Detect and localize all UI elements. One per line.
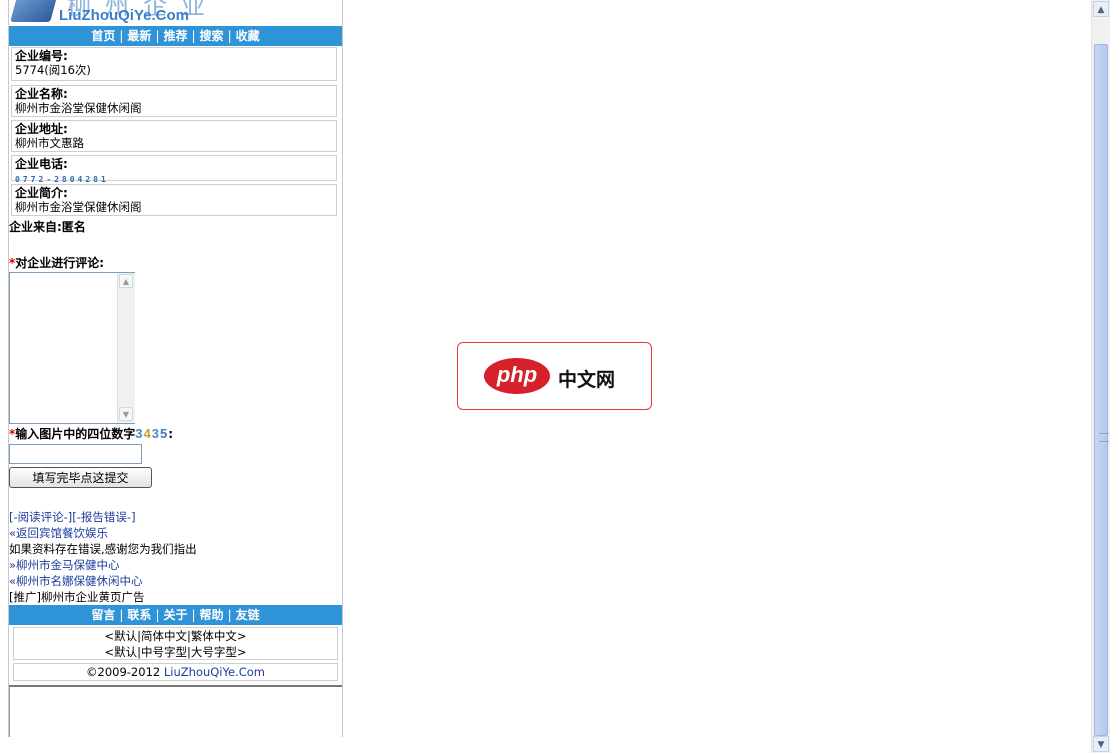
related-row-2: «柳州市名娜保健休闲中心 (9, 573, 143, 589)
company-id-field: 企业编号: 5774(阅16次) (11, 47, 337, 81)
nav-separator: | (227, 608, 232, 622)
top-nav-bar: 首页 | 最新 | 推荐 | 搜索 | 收藏 (9, 26, 342, 46)
captcha-input[interactable] (9, 444, 142, 464)
company-source: 企业来自:匿名 (9, 219, 86, 235)
company-id-label: 企业编号: (15, 49, 68, 63)
nav-separator: | (155, 29, 160, 43)
advert-text: 中文网 (558, 369, 616, 391)
embedded-frame (9, 685, 342, 737)
grip-icon (1099, 433, 1109, 442)
scrollbar-thumb[interactable] (1094, 44, 1109, 736)
captcha-digit: 5 (160, 426, 169, 441)
copyright-text: ©2009-2012 (86, 665, 164, 679)
comment-links: [-阅读评论-][-报告错误-] (9, 509, 136, 525)
company-phone-label: 企业电话: (15, 157, 68, 171)
company-name-label: 企业名称: (15, 87, 68, 101)
comment-label: *对企业进行评论: (9, 255, 104, 271)
page-column: 柳州企业 LiuZhouQiYe.Com 首页 | 最新 | 推荐 | 搜索 | 收藏 企业编号… (8, 0, 343, 737)
related-link[interactable]: «柳州市名娜保健休闲中心 (9, 574, 143, 588)
promo-row: [推广]柳州市企业黄页广告 (9, 589, 144, 605)
captcha-label: *输入图片中的四位数字3435: (9, 426, 173, 442)
nav-separator: | (119, 29, 124, 43)
logo-english-text: LiuZhouQiYe.Com (59, 7, 189, 24)
back-link-row: «返回宾馆餐饮娱乐 (9, 525, 108, 541)
captcha-label-text: 输入图片中的四位数字 (15, 427, 136, 441)
nav-separator: | (191, 608, 196, 622)
company-address-value: 柳州市文惠路 (15, 136, 84, 150)
company-address-field: 企业地址: 柳州市文惠路 (11, 120, 337, 152)
nav-help[interactable]: 帮助 (200, 608, 224, 622)
php-cn-advert[interactable]: php 中文网 (457, 342, 652, 410)
nav-latest[interactable]: 最新 (127, 29, 151, 43)
page-scrollbar[interactable]: ▲ ▼ (1091, 0, 1110, 753)
arrow-up-icon[interactable]: ▲ (119, 274, 133, 288)
arrow-down-icon[interactable]: ▼ (1093, 736, 1109, 752)
captcha-digit: 3 (151, 426, 160, 441)
related-link[interactable]: »柳州市金马保健中心 (9, 558, 120, 572)
company-intro-label: 企业简介: (15, 186, 68, 200)
nav-recommended[interactable]: 推荐 (163, 29, 187, 43)
company-source-text: 企业来自:匿名 (9, 220, 86, 234)
nav-separator: | (119, 608, 124, 622)
arrow-up-icon[interactable]: ▲ (1093, 1, 1109, 17)
language-switcher[interactable]: <默认|简体中文|繁体中文> (14, 628, 337, 644)
bottom-nav-bar: 留言 | 联系 | 关于 | 帮助 | 友链 (9, 605, 342, 625)
company-intro-field: 企业简介: 柳州市金浴堂保健休闲阁 (11, 184, 337, 216)
nav-favorites[interactable]: 收藏 (236, 29, 260, 43)
nav-separator: | (227, 29, 232, 43)
company-phone-value: 0772-2804281 (15, 175, 109, 184)
related-row-1: »柳州市金马保健中心 (9, 557, 120, 573)
captcha-image: 3435 (135, 426, 168, 441)
captcha-suffix: : (168, 427, 174, 441)
captcha-digit: 4 (143, 426, 152, 441)
nav-contact[interactable]: 联系 (127, 608, 151, 622)
arrow-down-icon[interactable]: ▼ (119, 407, 133, 421)
logo-icon (10, 0, 60, 22)
nav-separator: | (155, 608, 160, 622)
submit-button[interactable]: 填写完毕点这提交 (9, 467, 152, 488)
nav-home[interactable]: 首页 (91, 29, 115, 43)
copyright-site-link[interactable]: LiuZhouQiYe.Com (164, 665, 265, 679)
read-comments-link[interactable]: [-阅读评论-] (9, 510, 72, 524)
company-name-field: 企业名称: 柳州市金浴堂保健休闲阁 (11, 85, 337, 117)
company-address-label: 企业地址: (15, 122, 68, 136)
font-size-switcher[interactable]: <默认|中号字型|大号字型> (14, 644, 337, 660)
textarea-scrollbar[interactable]: ▲ ▼ (117, 273, 135, 423)
nav-search[interactable]: 搜索 (200, 29, 224, 43)
site-logo[interactable]: 柳州企业 LiuZhouQiYe.Com (9, 0, 342, 26)
comment-label-text: 对企业进行评论: (15, 256, 105, 270)
nav-guestbook[interactable]: 留言 (91, 608, 115, 622)
company-name-value: 柳州市金浴堂保健休闲阁 (15, 101, 142, 115)
error-notice: 如果资料存在错误,感谢您为我们指出 (9, 542, 197, 556)
captcha-digit: 3 (135, 426, 144, 441)
company-phone-field: 企业电话: 0772-2804281 (11, 155, 337, 184)
company-intro-value: 柳州市金浴堂保健休闲阁 (15, 200, 142, 214)
back-link[interactable]: «返回宾馆餐饮娱乐 (9, 526, 108, 540)
nav-separator: | (191, 29, 196, 43)
report-error-link[interactable]: [-报告错误-] (72, 510, 135, 524)
nav-about[interactable]: 关于 (163, 608, 187, 622)
promo-link[interactable]: [推广]柳州市企业黄页广告 (9, 590, 144, 604)
preferences-box: <默认|简体中文|繁体中文> <默认|中号字型|大号字型> (13, 627, 338, 660)
nav-friend-links[interactable]: 友链 (236, 608, 260, 622)
company-id-value: 5774(阅16次) (15, 63, 91, 77)
copyright-box: ©2009-2012 LiuZhouQiYe.Com (13, 663, 338, 681)
php-logo-icon: php (484, 358, 550, 394)
